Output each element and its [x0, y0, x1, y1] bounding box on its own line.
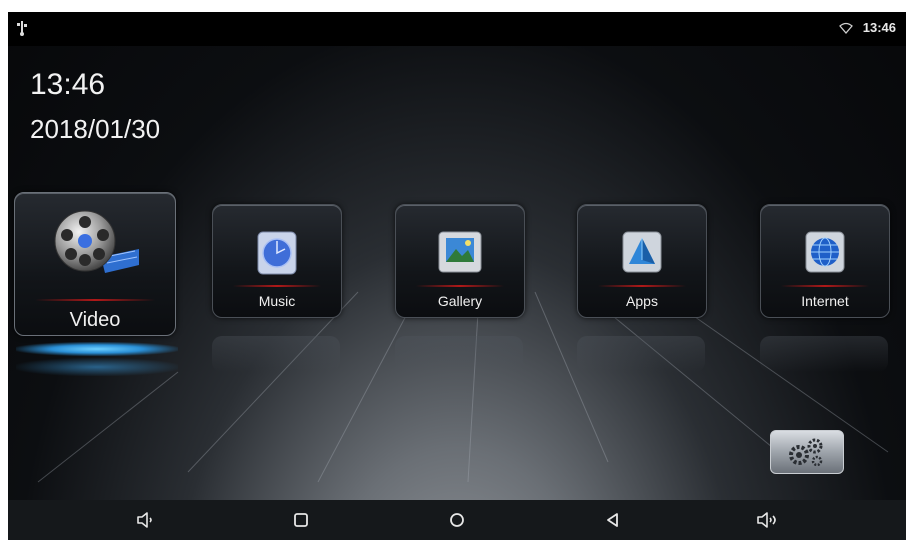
- status-time: 13:46: [862, 20, 896, 35]
- recents-button[interactable]: [281, 505, 321, 535]
- globe-icon: [805, 231, 845, 273]
- app-label-gallery: Gallery: [437, 293, 483, 309]
- app-tile-apps[interactable]: Apps: [577, 204, 707, 318]
- pyramid-icon: [622, 231, 662, 273]
- volume-down-button[interactable]: [126, 505, 166, 535]
- home-clock: 13:46: [30, 68, 106, 101]
- app-label-apps: Apps: [626, 293, 658, 309]
- gears-icon: [789, 438, 823, 467]
- settings-button[interactable]: [770, 430, 844, 474]
- film-reel-icon: [54, 210, 139, 273]
- volume-up-icon: [757, 512, 776, 528]
- volume-down-icon: [136, 512, 152, 528]
- app-label-music: Music: [258, 293, 296, 309]
- tile-reflection: [577, 336, 705, 372]
- back-button[interactable]: [593, 505, 633, 535]
- tile-accent-line: [416, 285, 504, 287]
- app-label-video: Video: [69, 309, 121, 331]
- selection-glow-reflection: [16, 358, 178, 376]
- tile-accent-line: [233, 285, 321, 287]
- app-tile-internet[interactable]: Internet: [760, 204, 890, 318]
- home-button[interactable]: [437, 505, 477, 535]
- tile-accent-line: [35, 299, 155, 301]
- status-right-group: 13:46: [838, 20, 896, 35]
- navigation-bar: [8, 500, 906, 540]
- music-disc-icon: [257, 231, 297, 275]
- app-label-internet: Internet: [801, 293, 849, 309]
- back-triangle-icon: [606, 513, 618, 527]
- usb-icon: [17, 21, 27, 36]
- app-tile-video[interactable]: Video: [14, 192, 176, 336]
- tile-accent-line: [598, 285, 686, 287]
- status-bar: 13:46: [8, 12, 906, 46]
- tile-reflection: [395, 336, 523, 372]
- app-tile-music[interactable]: Music: [212, 204, 342, 318]
- tile-accent-line: [781, 285, 869, 287]
- wifi-icon: [838, 22, 853, 34]
- tile-reflection: [760, 336, 888, 372]
- launcher-screen: 13:46 13:46 2018/01/30 Video Music Galle…: [8, 12, 906, 540]
- home-circle-icon: [450, 513, 464, 527]
- gallery-photo-icon: [438, 231, 482, 273]
- volume-up-button[interactable]: [748, 505, 788, 535]
- app-tile-gallery[interactable]: Gallery: [395, 204, 525, 318]
- recents-square-icon: [294, 513, 309, 527]
- home-date: 2018/01/30: [30, 114, 161, 144]
- selection-glow: [16, 342, 178, 356]
- tile-reflection: [212, 336, 340, 372]
